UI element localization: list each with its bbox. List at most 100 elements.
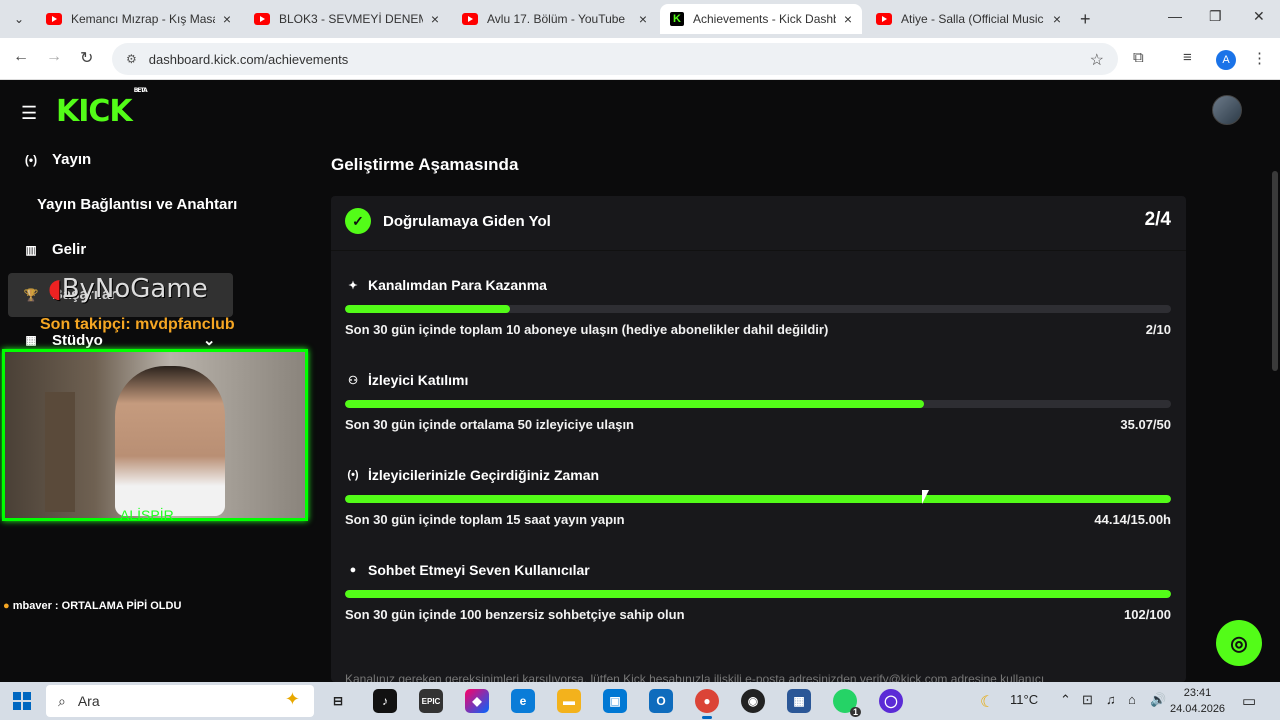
sidebar-item-stream[interactable]: (•) Yayın	[21, 151, 91, 168]
browser-tab-bar: ⌄ Kemancı Mızrap - Kış Masalı × BLOK3 - …	[0, 0, 1280, 38]
goal-title: ✦ Kanalımdan Para Kazanma	[345, 277, 1171, 293]
weather-moon-icon: ☾	[980, 694, 995, 711]
goal-item: ✦ Kanalımdan Para Kazanma Son 30 gün içi…	[345, 277, 1171, 337]
overlay-brand: ◖ByNoGame	[48, 274, 208, 304]
minimize-icon[interactable]: —	[1168, 8, 1182, 24]
brand-logo-icon: ◖	[48, 274, 62, 304]
reload-icon[interactable]: ↻	[80, 48, 93, 68]
goal-description: Son 30 gün içinde 100 benzersiz sohbetçi…	[345, 607, 685, 622]
store-icon[interactable]: ▣	[603, 689, 627, 713]
sidebar-item-label: Yayın Bağlantısı ve Anahtarı	[37, 196, 238, 213]
users-icon: ⚇	[348, 374, 358, 387]
sidebar-item-label: Gelir	[52, 241, 87, 258]
extensions-icon[interactable]: ⧉	[1133, 49, 1144, 66]
chrome-icon[interactable]: ●	[695, 689, 719, 719]
calculator-icon[interactable]: ▦	[787, 689, 811, 713]
mouse-cursor-icon	[922, 490, 929, 504]
window-close-icon[interactable]: ✕	[1253, 8, 1265, 25]
close-icon[interactable]: ×	[223, 11, 231, 27]
tab-title: Kemancı Mızrap - Kış Masalı	[71, 12, 215, 26]
youtube-icon	[254, 13, 270, 25]
goal-description: Son 30 gün içinde toplam 10 aboneye ulaş…	[345, 322, 829, 337]
tray-chevron-icon[interactable]: ⌃	[1060, 692, 1071, 708]
close-icon[interactable]: ×	[431, 11, 439, 27]
chat-username: mbaver	[12, 600, 52, 612]
windows-start-icon[interactable]	[13, 692, 31, 710]
close-icon[interactable]: ×	[1053, 11, 1061, 27]
studio-icon: ▦	[25, 333, 37, 347]
edge-icon[interactable]: e	[511, 689, 535, 713]
weather-temp[interactable]: 11°C	[1010, 692, 1038, 707]
site-info-icon[interactable]: ⚙	[126, 52, 137, 66]
windows-taskbar: ⌕ Ara ✦ ⊟ ♪ EPIC ◆ e ▬ ▣ O ● ◉ ▦ 1 ◯ ☾ 1…	[0, 682, 1280, 720]
media-control-icon[interactable]: ≡	[1183, 49, 1192, 66]
menu-kebab-icon[interactable]: ⋮	[1252, 49, 1267, 67]
taskbar-search[interactable]: ⌕ Ara ✦	[46, 685, 314, 717]
close-icon[interactable]: ×	[844, 11, 852, 27]
progress-fill	[345, 590, 1171, 598]
system-clock[interactable]: 23:41 24.04.2026	[1170, 685, 1225, 717]
brand-text: ByNoGame	[61, 274, 208, 304]
task-view-icon[interactable]: ⊟	[326, 689, 350, 713]
file-explorer-icon[interactable]: ▬	[557, 689, 581, 713]
tab-2[interactable]: Avlu 17. Bölüm - YouTube ×	[452, 4, 657, 34]
chat-icon: ●	[349, 564, 357, 576]
tab-0[interactable]: Kemancı Mızrap - Kış Masalı ×	[36, 4, 241, 34]
logo-text: KICK	[56, 94, 133, 129]
profile-avatar[interactable]: A	[1216, 50, 1236, 70]
hamburger-menu-icon[interactable]: ☰	[21, 103, 37, 124]
app-icon[interactable]: ◯	[879, 689, 903, 713]
youtube-icon	[462, 13, 478, 25]
url-input[interactable]: ⚙ dashboard.kick.com/achievements ☆	[112, 43, 1118, 75]
network-icon[interactable]: ⌂	[1128, 692, 1136, 707]
sidebar-item-income[interactable]: ▥ Gelir	[21, 241, 86, 258]
verification-card: ✓ Doğrulamaya Giden Yol 2/4 ✦ Kanalımdan…	[331, 196, 1186, 686]
streamer-figure	[115, 366, 225, 516]
card-header: ✓ Doğrulamaya Giden Yol	[345, 208, 551, 234]
goal-title-text: Kanalımdan Para Kazanma	[368, 277, 547, 293]
card-title: Doğrulamaya Giden Yol	[383, 212, 551, 230]
goal-item: ⚇ İzleyici Katılımı Son 30 gün içinde or…	[345, 372, 1171, 432]
goal-value: 35.07/50	[1120, 417, 1171, 432]
tab-title: Avlu 17. Bölüm - YouTube	[487, 12, 626, 26]
kick-dashboard: ☰ KICKBETA (•) Yayın Yayın Bağlantısı ve…	[0, 81, 1280, 686]
clock-time: 23:41	[1183, 687, 1212, 699]
tab-3[interactable]: K Achievements - Kick Dashboard ×	[660, 4, 862, 34]
epic-games-icon[interactable]: EPIC	[419, 689, 443, 713]
close-icon[interactable]: ×	[639, 11, 647, 27]
broadcast-icon: (•)	[24, 152, 38, 167]
chat-overlay-line: ● mbaver : ORTALAMA PİPİ OLDU	[3, 600, 181, 612]
outlook-icon[interactable]: O	[649, 689, 673, 713]
tab-4[interactable]: Atiye - Salla (Official Music Video) ×	[866, 4, 1071, 34]
support-chat-button[interactable]: ◎	[1216, 620, 1262, 666]
user-avatar[interactable]	[1212, 95, 1242, 125]
tiktok-icon[interactable]: ♪	[373, 689, 397, 713]
search-icon: ⌕	[58, 692, 66, 709]
clock-date: 24.04.2026	[1170, 703, 1226, 715]
webcam-overlay	[2, 349, 308, 521]
page-scrollbar[interactable]	[1272, 171, 1278, 371]
obs-icon[interactable]: ◉	[741, 689, 765, 713]
last-follower-text: Son takipçi: mvdpfanclub	[40, 316, 235, 333]
bookmark-star-icon[interactable]: ☆	[1090, 50, 1104, 70]
progress-fill	[345, 400, 925, 408]
sidebar-item-stream-key[interactable]: Yayın Bağlantısı ve Anahtarı	[37, 196, 237, 213]
kick-logo[interactable]: KICKBETA	[56, 87, 148, 129]
volume-icon[interactable]: 🔊	[1150, 692, 1166, 708]
tray-app-icon[interactable]: ⊡	[1082, 692, 1093, 708]
microphone-icon[interactable]: ♫	[1106, 692, 1116, 707]
search-placeholder: Ara	[77, 693, 100, 709]
notifications-icon[interactable]: ▭	[1242, 692, 1256, 710]
card-progress-count: 2/4	[1144, 209, 1171, 230]
goal-title: ⚇ İzleyici Katılımı	[345, 372, 1171, 388]
forward-icon[interactable]: →	[46, 48, 62, 66]
restore-icon[interactable]: ❐	[1209, 8, 1222, 25]
sidebar-item-label: Yayın	[52, 151, 92, 168]
tab-search-icon[interactable]: ⌄	[8, 8, 30, 30]
tab-1[interactable]: BLOK3 - SEVMEYİ DENEMEDİ ×	[244, 4, 449, 34]
back-icon[interactable]: ←	[13, 48, 29, 66]
copilot-icon[interactable]: ◆	[465, 689, 489, 713]
divider	[331, 250, 1186, 251]
whatsapp-icon[interactable]: 1	[833, 689, 861, 717]
new-tab-icon[interactable]: +	[1080, 9, 1091, 30]
